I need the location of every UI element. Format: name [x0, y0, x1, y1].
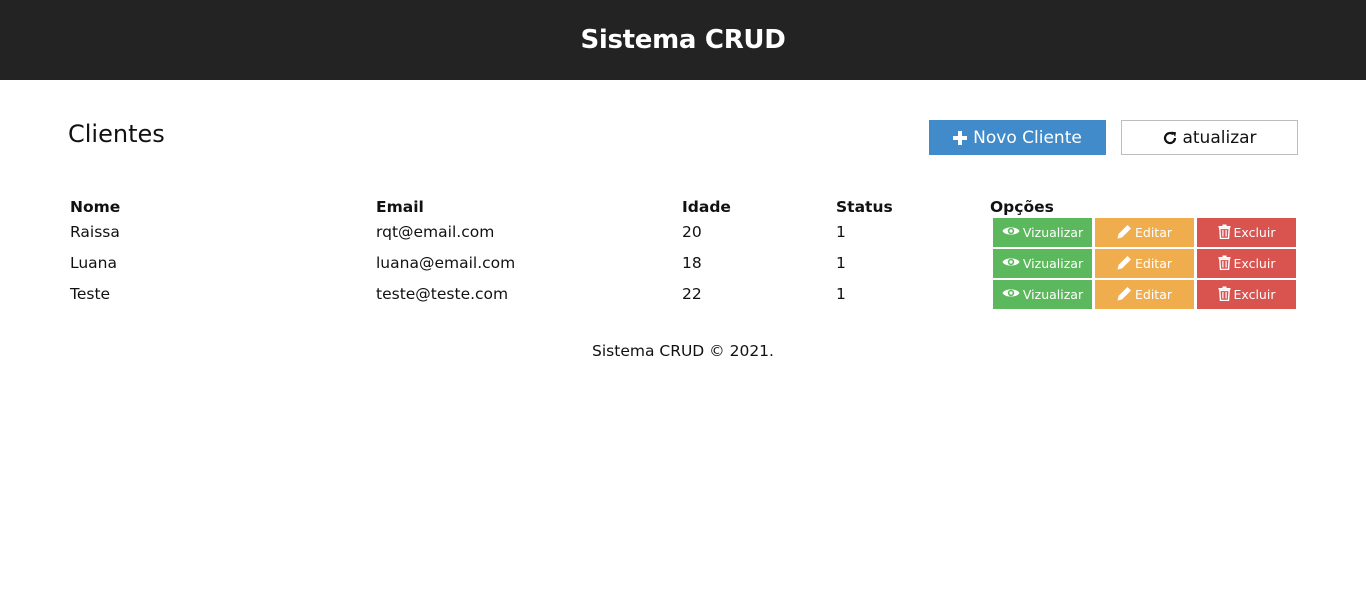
- edit-button-label: Editar: [1134, 225, 1172, 240]
- edit-button[interactable]: Editar: [1095, 280, 1194, 309]
- cell-email: teste@teste.com: [376, 285, 509, 303]
- view-button[interactable]: Vizualizar: [993, 218, 1092, 247]
- new-client-button-label: Novo Cliente: [973, 127, 1082, 148]
- footer: Sistema CRUD © 2021.: [592, 342, 774, 360]
- trash-icon: [1218, 255, 1231, 273]
- delete-button[interactable]: Excluir: [1197, 280, 1296, 309]
- view-button[interactable]: Vizualizar: [993, 249, 1092, 278]
- table-row: Teste teste@teste.com 22 1 Vizualizar Ed…: [70, 280, 1296, 311]
- cell-nome: Raissa: [70, 223, 120, 241]
- cell-status: 1: [836, 254, 846, 272]
- edit-button-label: Editar: [1134, 256, 1172, 271]
- table-row: Luana luana@email.com 18 1 Vizualizar Ed…: [70, 249, 1296, 280]
- pencil-icon: [1117, 224, 1132, 242]
- page-title: Clientes: [68, 120, 165, 148]
- refresh-button[interactable]: atualizar: [1121, 120, 1298, 155]
- delete-button-label: Excluir: [1233, 256, 1276, 271]
- column-header-idade: Idade: [682, 198, 731, 216]
- eye-icon: [1002, 225, 1020, 240]
- cell-nome: Teste: [70, 285, 111, 303]
- main-content: Clientes Novo Cliente atualizar Nome Ema…: [0, 80, 1366, 600]
- cell-nome: Luana: [70, 254, 118, 272]
- delete-button[interactable]: Excluir: [1197, 218, 1296, 247]
- row-actions: Vizualizar Editar Excluir: [993, 249, 1296, 278]
- cell-status: 1: [836, 223, 846, 241]
- refresh-icon: [1162, 130, 1178, 146]
- cell-idade: 22: [682, 285, 702, 303]
- top-navbar: Sistema CRUD: [0, 0, 1366, 80]
- cell-idade: 20: [682, 223, 702, 241]
- eye-icon: [1002, 256, 1020, 271]
- refresh-button-label: atualizar: [1182, 127, 1257, 148]
- column-header-email: Email: [376, 198, 424, 216]
- trash-icon: [1218, 286, 1231, 304]
- cell-email: luana@email.com: [376, 254, 516, 272]
- pencil-icon: [1117, 255, 1132, 273]
- row-actions: Vizualizar Editar Excluir: [993, 280, 1296, 309]
- delete-button-label: Excluir: [1233, 287, 1276, 302]
- table-row: Raissa rqt@email.com 20 1 Vizualizar Edi…: [70, 218, 1296, 249]
- cell-status: 1: [836, 285, 846, 303]
- view-button[interactable]: Vizualizar: [993, 280, 1092, 309]
- plus-icon: [953, 130, 968, 145]
- edit-button[interactable]: Editar: [1095, 218, 1194, 247]
- column-header-status: Status: [836, 198, 893, 216]
- cell-idade: 18: [682, 254, 702, 272]
- cell-email: rqt@email.com: [376, 223, 495, 241]
- row-actions: Vizualizar Editar Excluir: [993, 218, 1296, 247]
- column-header-nome: Nome: [70, 198, 121, 216]
- edit-button-label: Editar: [1134, 287, 1172, 302]
- view-button-label: Vizualizar: [1022, 256, 1084, 271]
- eye-icon: [1002, 287, 1020, 302]
- table-header-row: Nome Email Idade Status Opções: [70, 196, 1296, 218]
- clients-table: Nome Email Idade Status Opções Raissa rq…: [70, 196, 1296, 311]
- delete-button[interactable]: Excluir: [1197, 249, 1296, 278]
- delete-button-label: Excluir: [1233, 225, 1276, 240]
- column-header-opcoes: Opções: [990, 198, 1054, 216]
- pencil-icon: [1117, 286, 1132, 304]
- trash-icon: [1218, 224, 1231, 242]
- new-client-button[interactable]: Novo Cliente: [929, 120, 1106, 155]
- view-button-label: Vizualizar: [1022, 287, 1084, 302]
- view-button-label: Vizualizar: [1022, 225, 1084, 240]
- app-title: Sistema CRUD: [580, 25, 786, 55]
- edit-button[interactable]: Editar: [1095, 249, 1194, 278]
